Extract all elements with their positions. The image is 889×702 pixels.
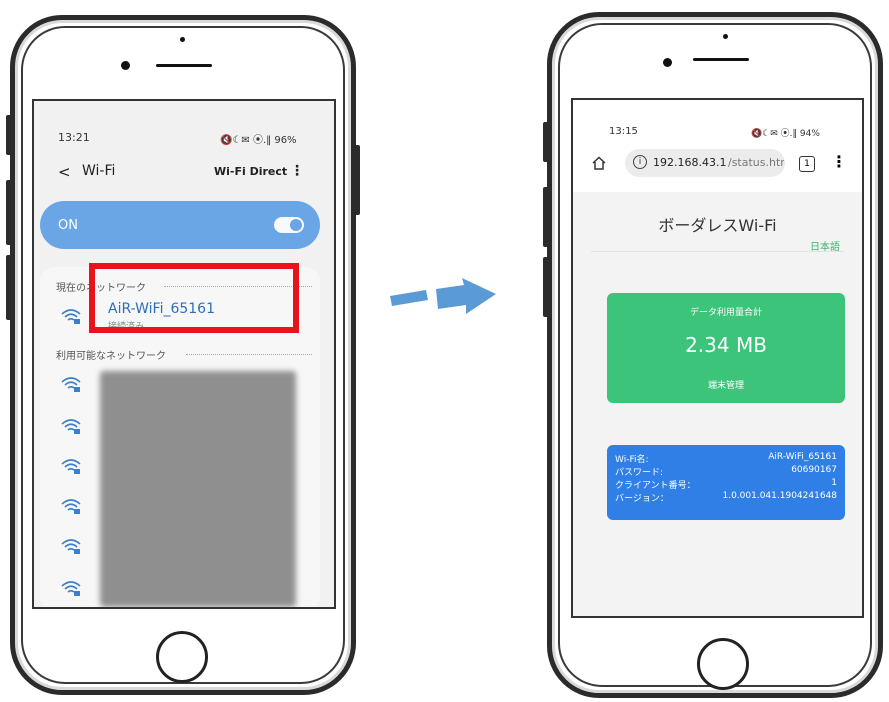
- browser-chrome: [573, 100, 862, 192]
- usage-card[interactable]: データ利用量合計 2.34 MB 端末管理: [607, 293, 845, 403]
- wifi-lock-icon: [61, 499, 81, 514]
- wifi-lock-icon: [61, 419, 81, 434]
- divider: [591, 251, 844, 252]
- device-management-link[interactable]: 端末管理: [607, 378, 845, 391]
- front-camera: [663, 58, 672, 67]
- info-row: クライアント番号： 1: [615, 478, 837, 491]
- info-row: パスワード: 60690167: [615, 465, 837, 478]
- status-icons: 🔇☾✉ ⦿.‖ 94%: [751, 129, 820, 139]
- divider: [186, 354, 312, 355]
- info-value: 1: [831, 478, 837, 488]
- info-value: 60690167: [791, 465, 837, 475]
- info-row: Wi-Fi名: AiR-WiFi_65161: [615, 452, 837, 465]
- back-button[interactable]: <: [58, 163, 71, 181]
- url-path: /status.htr: [728, 156, 784, 169]
- sensor: [180, 37, 185, 42]
- status-icons: 🔇☾✉ ⦿.‖ 96%: [220, 135, 297, 146]
- page-title: ボーダレスWi-Fi: [658, 216, 777, 235]
- home-icon[interactable]: [591, 156, 607, 170]
- blurred-network-list: [100, 371, 296, 607]
- left-screen: 13:21 🔇☾✉ ⦿.‖ 96% < Wi-Fi Wi-Fi Direct ⋮…: [32, 99, 336, 609]
- sensor: [723, 34, 728, 39]
- usage-label: データ利用量合計: [689, 308, 762, 318]
- right-phone: 13:15 🔇☾✉ ⦿.‖ 94% i 192.168.43.1 /status…: [543, 12, 883, 698]
- wifi-lock-icon: [61, 377, 81, 392]
- arrow-right-icon: [390, 278, 496, 314]
- info-key: バージョン：: [615, 494, 669, 504]
- left-phone: 13:21 🔇☾✉ ⦿.‖ 96% < Wi-Fi Wi-Fi Direct ⋮…: [6, 15, 360, 695]
- wifi-direct-button[interactable]: Wi-Fi Direct: [214, 165, 287, 178]
- info-value: AiR-WiFi_65161: [768, 452, 837, 462]
- home-button[interactable]: [697, 638, 749, 690]
- speaker: [693, 58, 749, 61]
- status-time: 13:21: [58, 131, 90, 144]
- front-camera: [121, 61, 130, 70]
- speaker: [156, 64, 212, 67]
- url-bar[interactable]: i 192.168.43.1 /status.htr: [625, 149, 785, 177]
- right-screen: 13:15 🔇☾✉ ⦿.‖ 94% i 192.168.43.1 /status…: [571, 98, 864, 618]
- usage-value: 2.34 MB: [685, 333, 767, 357]
- url-host: 192.168.43.1: [653, 156, 727, 169]
- info-key: Wi-Fi名:: [615, 455, 649, 465]
- wifi-switch[interactable]: [274, 217, 304, 233]
- info-icon[interactable]: i: [633, 155, 647, 169]
- wifi-lock-icon: [61, 459, 81, 474]
- info-row: バージョン： 1.0.001.041.1904241648: [615, 491, 837, 504]
- wifi-lock-icon: [61, 309, 81, 324]
- wifi-lock-icon: [61, 581, 81, 596]
- on-label: ON: [58, 218, 78, 233]
- browser-menu-icon[interactable]: ⋮: [831, 152, 847, 171]
- more-menu-icon[interactable]: ⋮: [290, 163, 304, 179]
- tab-switcher-button[interactable]: 1: [799, 156, 815, 172]
- wifi-toggle-bar[interactable]: ON: [40, 201, 320, 249]
- status-time: 13:15: [609, 126, 638, 137]
- info-key: パスワード:: [615, 468, 664, 478]
- info-value: 1.0.001.041.1904241648: [722, 491, 837, 501]
- highlight-box: [89, 263, 299, 333]
- wifi-lock-icon: [61, 539, 81, 554]
- page-title: Wi-Fi: [82, 163, 116, 179]
- info-card: Wi-Fi名: AiR-WiFi_65161 パスワード: 60690167 ク…: [607, 445, 845, 520]
- home-button[interactable]: [156, 631, 208, 683]
- info-key: クライアント番号：: [615, 481, 696, 491]
- available-networks-header: 利用可能なネットワーク: [56, 351, 166, 362]
